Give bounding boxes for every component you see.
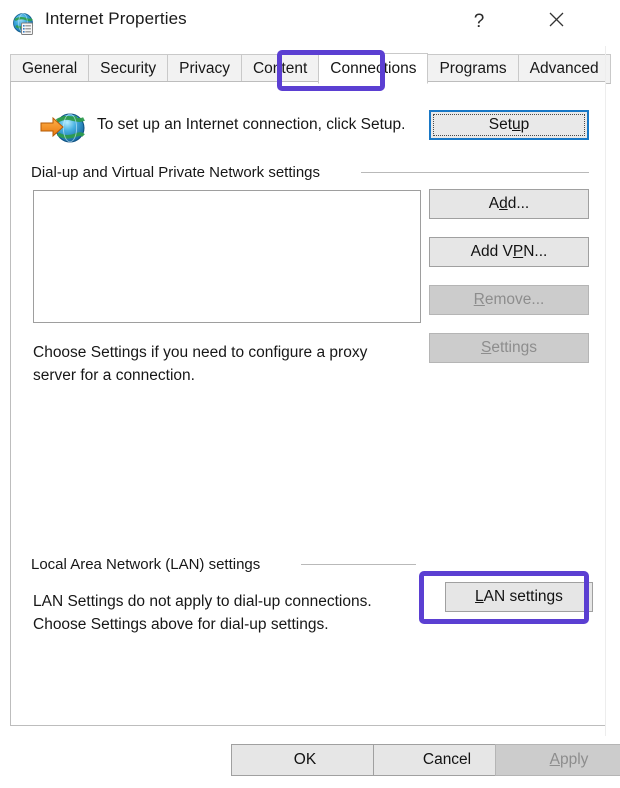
- tab-label: Connections: [330, 59, 417, 77]
- setup-button-label: Setup: [488, 116, 530, 133]
- setup-button[interactable]: Setup: [429, 110, 589, 140]
- tab-strip: General Security Privacy Content Connect…: [0, 50, 620, 84]
- lan-group-rule: [301, 564, 416, 565]
- ok-button[interactable]: OK: [231, 744, 379, 776]
- close-button[interactable]: [533, 0, 579, 44]
- add-vpn-button[interactable]: Add VPN...: [429, 237, 589, 267]
- internet-properties-dialog: Internet Properties ? General Security P…: [0, 0, 620, 788]
- settings-button: Settings: [429, 333, 589, 363]
- tab-advanced[interactable]: Advanced: [517, 54, 611, 84]
- remove-button: Remove...: [429, 285, 589, 315]
- proxy-note: Choose Settings if you need to configure…: [33, 344, 368, 384]
- help-button[interactable]: ?: [456, 0, 502, 44]
- tab-privacy[interactable]: Privacy: [167, 54, 242, 84]
- dialog-footer: OK Cancel Apply: [0, 736, 620, 788]
- title-bar: Internet Properties ?: [0, 0, 620, 46]
- lan-description: LAN Settings do not apply to dial-up con…: [33, 593, 372, 633]
- tab-general[interactable]: General: [10, 54, 90, 84]
- settings-button-label: Settings: [480, 339, 537, 356]
- close-icon: [548, 11, 565, 33]
- tab-label: Security: [100, 60, 157, 77]
- tab-content[interactable]: Content: [240, 54, 320, 84]
- add-button[interactable]: Add...: [429, 189, 589, 219]
- dialup-group-label: Dial-up and Virtual Private Network sett…: [31, 164, 321, 181]
- apply-button: Apply: [495, 744, 620, 776]
- tab-connections[interactable]: Connections: [318, 53, 429, 84]
- tab-security[interactable]: Security: [88, 54, 169, 84]
- lan-settings-button-label: LAN settings: [475, 588, 563, 605]
- lan-settings-button[interactable]: LAN settings: [445, 582, 593, 612]
- ok-button-label: OK: [293, 751, 317, 768]
- lan-group-label: Local Area Network (LAN) settings: [31, 556, 261, 573]
- cancel-button-label: Cancel: [422, 751, 472, 768]
- dialup-group-rule: [361, 172, 589, 173]
- apply-button-label: Apply: [549, 751, 589, 768]
- dialup-connections-list[interactable]: [33, 190, 421, 323]
- tab-label: Programs: [439, 60, 507, 77]
- internet-properties-globe-icon: [12, 12, 36, 36]
- window-title: Internet Properties: [45, 9, 187, 28]
- add-vpn-button-label: Add VPN...: [470, 243, 548, 260]
- globe-with-arrow-icon: [39, 108, 89, 148]
- tab-label: Privacy: [179, 60, 230, 77]
- tab-label: Advanced: [529, 60, 599, 77]
- connections-tab-panel: To set up an Internet connection, click …: [10, 81, 606, 726]
- tab-label: General: [22, 60, 78, 77]
- help-icon: ?: [473, 11, 485, 32]
- dialog-right-edge: [605, 46, 606, 736]
- remove-button-label: Remove...: [473, 291, 545, 308]
- tab-programs[interactable]: Programs: [427, 54, 519, 84]
- tab-label: Content: [252, 60, 308, 77]
- add-button-label: Add...: [488, 195, 530, 212]
- setup-description: To set up an Internet connection, click …: [97, 116, 406, 133]
